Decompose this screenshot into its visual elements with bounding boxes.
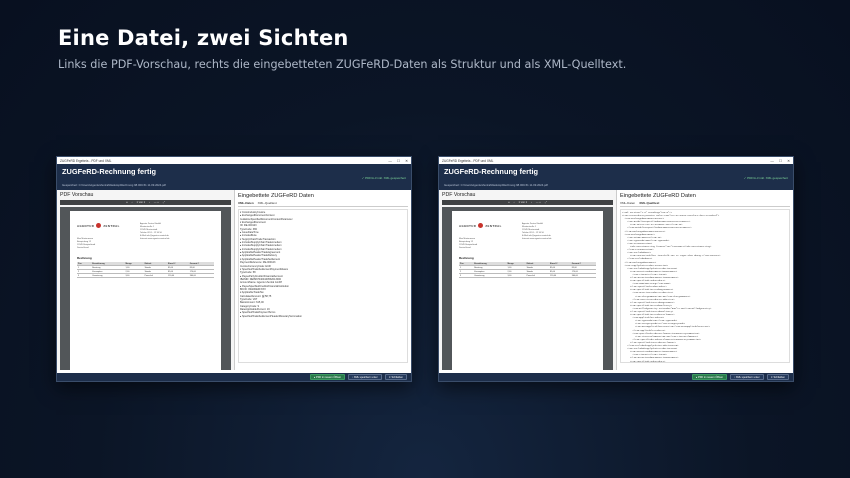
minimize-icon[interactable]: — [388, 159, 392, 163]
header-title: ZUGFeRD-Rechnung fertig [444, 167, 539, 176]
pdf-toolbar: ≡ ‹ 1 von 1 › — + ⤢ [442, 200, 613, 205]
sender-meta: Agentur Zentral GmbH Musterstraße 1 1234… [140, 223, 170, 240]
window-title: ZUGFeRD Ergebnis - PDF und XML [60, 158, 112, 163]
tab-xml-source[interactable]: XML-Quelltext [258, 201, 277, 205]
invoice-heading: Rechnung [77, 256, 92, 260]
invoice-table: Pos. Bezeichnung Menge Einheit Einzel € Gesam… [459, 262, 596, 278]
invoice-table: Pos. Bezeichnung Menge Einheit Einzel € Gesam… [77, 262, 214, 278]
saved-path: Gespeichert: C:\Users\AgenturZentral\Des… [444, 183, 548, 187]
data-tabs: XML-Daten XML-Quelltext [620, 201, 790, 207]
next-page-icon[interactable]: › [531, 201, 532, 204]
xml-tree[interactable]: ▾ CrossIndustryInvoice ▸ ExchangedDocume… [238, 209, 408, 363]
app-header: ZUGFeRD-Rechnung fertig ✓ PDF/A-3 inkl. … [439, 164, 793, 190]
action-bar: ▸ PDF in neuem Öffnen ▫ XML speichern un… [439, 373, 793, 381]
tab-xml-source[interactable]: XML-Quelltext [639, 201, 659, 205]
recipient-address: Max Mustermann Beispielweg 12 12345 Beis… [459, 238, 478, 249]
sender-meta: Agentur Zentral GmbH Musterstraße 1 1234… [522, 223, 552, 240]
tab-xml-data[interactable]: XML-Daten [238, 201, 254, 205]
recipient-address: Max Mustermann Beispielweg 12 12345 Beis… [77, 238, 96, 249]
zugferd-data-pane: Eingebettete ZUGFeRD Daten XML-Daten XML… [235, 190, 411, 370]
logo-dot-icon [478, 223, 484, 228]
pdf-pane-title: PDF Vorschau [60, 192, 94, 198]
save-xml-button[interactable]: ▫ XML speichern unter [730, 373, 764, 381]
minimize-icon[interactable]: — [770, 159, 774, 163]
header-title: ZUGFeRD-Rechnung fertig [62, 167, 157, 176]
maximize-icon[interactable]: ☐ [779, 159, 782, 163]
screenshot-tree-view: ZUGFeRD Ergebnis - PDF und XML — ☐ ✕ ZUG… [56, 156, 412, 382]
prev-page-icon[interactable]: ‹ [132, 201, 133, 204]
pdf-toolbar: ≡ ‹ 1 von 1 › — + ⤢ [60, 200, 231, 205]
prev-page-icon[interactable]: ‹ [514, 201, 515, 204]
action-bar: ▸ PDF in neuem Öffnen ▫ XML speichern un… [57, 373, 411, 381]
tree-node[interactable]: ▸ SpecifiedTradeSettlementHeaderMonetary… [240, 315, 406, 318]
page-indicator: 1 von 1 [136, 201, 146, 204]
tab-xml-data[interactable]: XML-Daten [620, 201, 635, 205]
fit-page-icon[interactable]: ⤢ [545, 201, 547, 204]
pdf-page: AGENTUR ZENTRAL Agentur Zentral GmbH Mus… [70, 211, 221, 370]
data-tabs: XML-Daten XML-Quelltext [238, 201, 408, 207]
zoom-controls[interactable]: — + [154, 201, 159, 204]
screenshot-source-view: ZUGFeRD Ergebnis - PDF und XML — ☐ ✕ ZUG… [438, 156, 794, 382]
app-header: ZUGFeRD-Rechnung fertig ✓ PDF/A-3 inkl. … [57, 164, 411, 190]
logo-dot-icon [96, 223, 102, 228]
menu-icon[interactable]: ≡ [508, 201, 510, 204]
pdf-preview-pane: PDF Vorschau ≡ ‹ 1 von 1 › — + ⤢ AGENTUR… [439, 190, 617, 370]
window-titlebar: ZUGFeRD Ergebnis - PDF und XML — ☐ ✕ [57, 157, 411, 164]
page-indicator: 1 von 1 [518, 201, 528, 204]
zugferd-data-pane: Eingebettete ZUGFeRD Daten XML-Daten XML… [617, 190, 793, 370]
close-window-icon[interactable]: ✕ [405, 159, 408, 163]
pdf-preview-pane: PDF Vorschau ≡ ‹ 1 von 1 › — + ⤢ AGENTUR… [57, 190, 235, 370]
pdf-viewport[interactable]: AGENTUR ZENTRAL Agentur Zentral GmbH Mus… [442, 207, 613, 370]
xml-line: <ram:SpecifiedTradeProduct> [622, 359, 666, 363]
fit-page-icon[interactable]: ⤢ [163, 201, 165, 204]
open-pdf-button[interactable]: ▸ PDF in neuem Öffnen [692, 373, 728, 381]
saved-path: Gespeichert: C:\Users\AgenturZentral\Des… [62, 183, 166, 187]
table-row: 3 Umsetzung 3,00 Pauschal 120,00 360,00 [459, 273, 596, 278]
data-pane-title: Eingebettete ZUGFeRD Daten [620, 193, 696, 199]
zoom-controls[interactable]: — + [536, 201, 541, 204]
next-page-icon[interactable]: › [149, 201, 150, 204]
xml-source[interactable]: <?xml version="1.0" encoding="UTF-8"?> <r… [620, 209, 790, 363]
pdf-pane-title: PDF Vorschau [442, 192, 476, 198]
status-badge: ✓ PDF/A-3 inkl. XML gespeichert [743, 176, 788, 180]
menu-icon[interactable]: ≡ [126, 201, 128, 204]
pdf-page: AGENTUR ZENTRAL Agentur Zentral GmbH Mus… [452, 211, 603, 370]
invoice-heading: Rechnung [459, 256, 474, 260]
pdf-viewport[interactable]: AGENTUR ZENTRAL Agentur Zentral GmbH Mus… [60, 207, 231, 370]
slide-subtitle: Links die PDF-Vorschau, rechts die einge… [58, 58, 627, 71]
status-badge: ✓ PDF/A-3 inkl. XML gespeichert [361, 176, 406, 180]
open-pdf-button[interactable]: ▸ PDF in neuem Öffnen [310, 373, 346, 381]
window-title: ZUGFeRD Ergebnis - PDF und XML [442, 158, 494, 163]
close-button[interactable]: ✕ Schließen [384, 373, 407, 381]
close-button[interactable]: ✕ Schließen [766, 373, 789, 381]
data-pane-title: Eingebettete ZUGFeRD Daten [238, 193, 314, 199]
close-window-icon[interactable]: ✕ [787, 159, 790, 163]
maximize-icon[interactable]: ☐ [397, 159, 400, 163]
table-row: 3 Umsetzung 3,00 Pauschal 120,00 360,00 [77, 273, 214, 278]
save-xml-button[interactable]: ▫ XML speichern unter [348, 373, 382, 381]
slide-title: Eine Datei, zwei Sichten [58, 26, 349, 50]
window-titlebar: ZUGFeRD Ergebnis - PDF und XML — ☐ ✕ [439, 157, 793, 164]
